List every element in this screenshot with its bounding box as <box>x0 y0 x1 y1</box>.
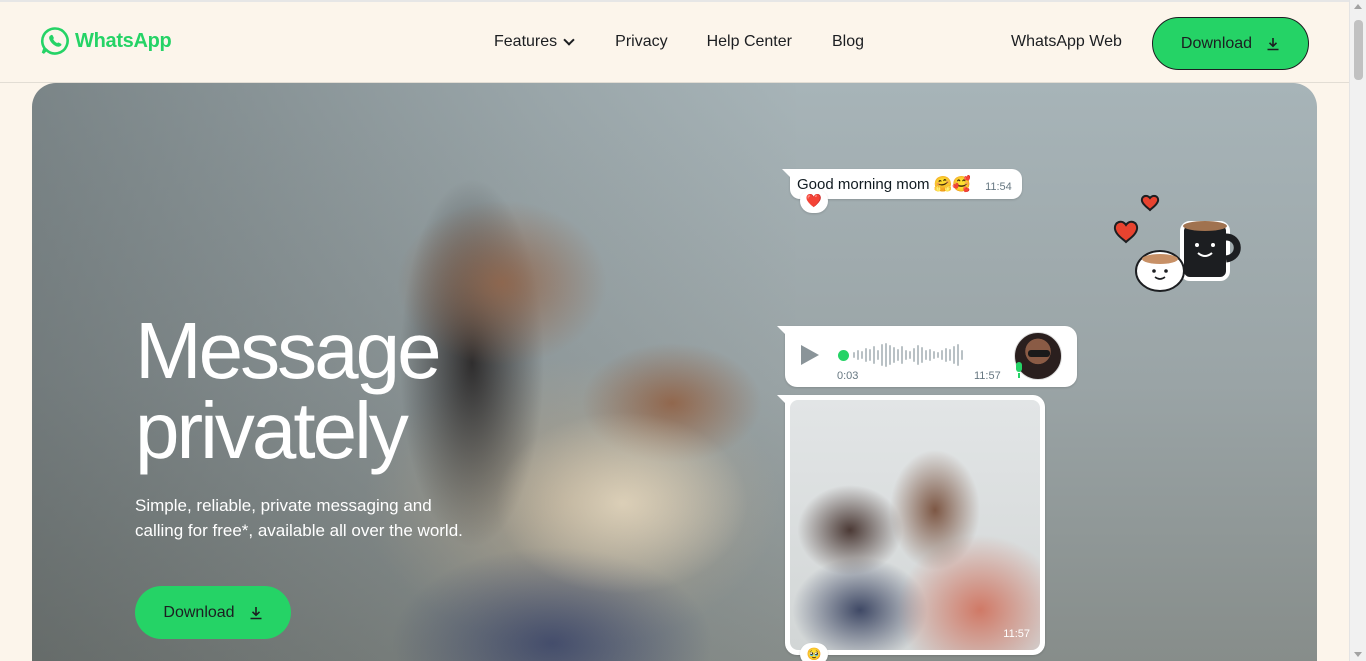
hero-download-label: Download <box>163 603 235 621</box>
voice-waveform <box>838 342 963 368</box>
whatsapp-logo-icon <box>40 27 69 55</box>
waveform-bar <box>953 346 955 364</box>
waveform-bar <box>881 344 883 366</box>
hero-subtext: Simple, reliable, private messaging and … <box>135 496 463 540</box>
waveform-bar <box>945 348 947 362</box>
header-download-button[interactable]: Download <box>1152 17 1309 70</box>
waveform-bar <box>941 350 943 360</box>
waveform-bar <box>929 349 931 361</box>
whatsapp-web-link[interactable]: WhatsApp Web <box>1011 33 1122 51</box>
headline-line-1: Message <box>135 306 442 395</box>
headline-line-2: privately <box>135 386 409 475</box>
heart-icon <box>1113 220 1139 244</box>
waveform-bar <box>933 351 935 359</box>
waveform-bar <box>889 345 891 365</box>
nav-help-center[interactable]: Help Center <box>707 33 792 51</box>
waveform-bar <box>961 350 963 360</box>
waveform-bar <box>869 349 871 361</box>
mic-icon <box>1016 362 1022 378</box>
voice-duration: 0:03 <box>837 370 859 382</box>
waveform-bar <box>865 348 867 362</box>
voice-time: 11:57 <box>974 370 1001 382</box>
waveform-bar <box>925 350 927 360</box>
scroll-up-arrow-icon[interactable] <box>1354 4 1362 9</box>
scroll-down-arrow-icon[interactable] <box>1354 652 1362 657</box>
waveform-bar <box>949 349 951 361</box>
nav-features-label: Features <box>494 33 558 50</box>
play-icon[interactable] <box>801 345 819 365</box>
hero-section: Message privately Simple, reliable, priv… <box>32 83 1317 661</box>
waveform-bar <box>897 349 899 361</box>
waveform-bar <box>901 346 903 364</box>
site-header: WhatsApp Features Privacy Help Center Bl… <box>0 2 1349 83</box>
heart-icon <box>1140 194 1160 212</box>
voice-message-bubble: 0:03 11:57 <box>777 326 1077 387</box>
photo-message-bubble: 11:57 <box>777 395 1045 655</box>
waveform-bar <box>917 345 919 365</box>
heart-reaction: ❤️ <box>800 189 828 213</box>
waveform-bar <box>937 352 939 358</box>
hero-download-button[interactable]: Download <box>135 586 291 639</box>
photo-time: 11:57 <box>1003 628 1030 640</box>
page-scrollbar[interactable] <box>1349 0 1366 661</box>
waveform-bar <box>913 348 915 362</box>
waveform-bar <box>957 344 959 366</box>
waveform-bar <box>905 350 907 360</box>
waveform-bar <box>857 350 859 360</box>
nav-blog[interactable]: Blog <box>832 33 864 51</box>
chevron-down-icon <box>563 33 575 46</box>
chat-message-text: Good morning mom 🤗🥰 <box>797 176 972 193</box>
avatar <box>1014 332 1062 380</box>
download-icon <box>1267 37 1279 50</box>
nav-privacy[interactable]: Privacy <box>615 33 667 51</box>
nav-features[interactable]: Features <box>494 33 575 51</box>
waveform-bar <box>853 352 855 358</box>
waveform-bar <box>877 350 879 360</box>
waveform-bar <box>893 347 895 363</box>
logo-text: WhatsApp <box>75 29 172 52</box>
waveform-bar <box>909 351 911 359</box>
waveform-bar <box>921 347 923 363</box>
waveform-bar <box>861 351 863 359</box>
download-icon <box>250 606 262 619</box>
hero-headline: Message privately <box>135 311 442 471</box>
main-nav: Features Privacy Help Center Blog <box>494 33 864 51</box>
waveform-bar <box>885 343 887 367</box>
photo-message-image[interactable]: 11:57 <box>790 400 1040 650</box>
header-download-label: Download <box>1180 34 1253 52</box>
voice-progress-dot[interactable] <box>838 349 849 361</box>
whatsapp-logo[interactable]: WhatsApp <box>40 26 172 56</box>
chat-message-time: 11:54 <box>985 181 1012 193</box>
photo-reaction: 🥹 <box>800 643 828 661</box>
waveform-bar <box>873 346 875 364</box>
coffee-sticker-icon <box>1113 194 1241 292</box>
scroll-thumb[interactable] <box>1354 20 1363 80</box>
